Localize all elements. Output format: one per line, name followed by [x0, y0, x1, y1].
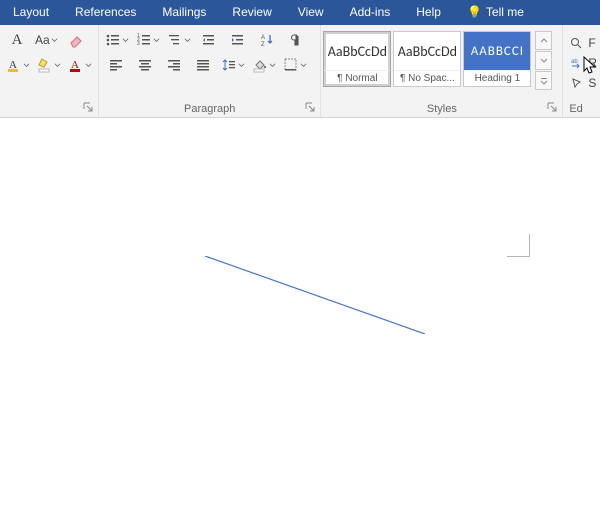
- tell-me[interactable]: 💡 Tell me: [454, 0, 537, 25]
- paragraph-dialog-launcher[interactable]: [304, 101, 316, 113]
- launcher-icon: [82, 101, 94, 113]
- svg-text:3: 3: [137, 41, 140, 47]
- more-icon: [540, 77, 548, 85]
- change-case-button[interactable]: Aa: [33, 29, 60, 51]
- font-color-button[interactable]: A: [4, 54, 32, 76]
- align-left-button[interactable]: [103, 54, 129, 76]
- tab-view[interactable]: View: [285, 0, 337, 25]
- select-label: S: [588, 76, 596, 90]
- bucket-icon: [252, 57, 268, 73]
- mouse-cursor-icon: [582, 56, 598, 76]
- style-preview: AaBbCcDd: [394, 32, 460, 70]
- styles-scroll-down[interactable]: [535, 51, 552, 70]
- style-preview: AaBbCcDd: [324, 32, 390, 70]
- tab-references[interactable]: References: [62, 0, 149, 25]
- sort-icon: AZ: [259, 32, 275, 48]
- style-no-spacing[interactable]: AaBbCcDd ¶ No Spac...: [393, 31, 461, 87]
- search-icon: [569, 37, 584, 50]
- clear-formatting-button[interactable]: [63, 29, 89, 51]
- page-margin-corner: [507, 234, 530, 257]
- multilevel-list-button[interactable]: [165, 29, 193, 51]
- group-paragraph: 1 2 3: [99, 25, 321, 117]
- borders-button[interactable]: [281, 54, 309, 76]
- numbering-button[interactable]: 1 2 3: [134, 29, 162, 51]
- svg-text:A: A: [261, 35, 265, 41]
- borders-icon: [283, 57, 299, 73]
- tab-help[interactable]: Help: [403, 0, 454, 25]
- align-right-button[interactable]: [161, 54, 187, 76]
- grow-font-button[interactable]: A: [4, 29, 30, 51]
- decrease-indent-button[interactable]: [196, 29, 222, 51]
- drawn-shape-line[interactable]: [205, 256, 425, 334]
- indent-icon: [230, 32, 246, 48]
- find-label: F: [588, 36, 595, 50]
- text-color-icon: A: [68, 57, 84, 73]
- highlight-button[interactable]: [35, 54, 63, 76]
- line-spacing-button[interactable]: [219, 54, 247, 76]
- chevron-up-icon: [540, 37, 548, 45]
- numbering-icon: 1 2 3: [136, 32, 152, 48]
- styles-scroll: [535, 31, 550, 91]
- styles-dialog-launcher[interactable]: [546, 101, 558, 113]
- bullets-button[interactable]: [103, 29, 131, 51]
- style-name: ¶ No Spac...: [394, 70, 460, 86]
- align-right-icon: [166, 57, 182, 73]
- show-marks-button[interactable]: [283, 29, 309, 51]
- svg-text:Z: Z: [261, 42, 265, 48]
- multilevel-icon: [167, 32, 183, 48]
- bulb-icon: 💡: [467, 5, 482, 19]
- style-name: Heading 1: [464, 70, 530, 86]
- styles-scroll-up[interactable]: [535, 31, 552, 50]
- justify-icon: [195, 57, 211, 73]
- text-color-button[interactable]: A: [66, 54, 94, 76]
- tab-addins[interactable]: Add-ins: [337, 0, 404, 25]
- tab-layout[interactable]: Layout: [0, 0, 62, 25]
- highlight-icon: [37, 57, 53, 73]
- tell-me-label: Tell me: [486, 5, 524, 19]
- paragraph-label: Paragraph: [99, 103, 320, 115]
- group-font: A Aa A: [0, 25, 99, 117]
- pilcrow-icon: [288, 32, 304, 48]
- ruler-area: [0, 118, 600, 142]
- group-styles: AaBbCcDd ¶ Normal AaBbCcDd ¶ No Spac... …: [321, 25, 563, 117]
- ribbon-tabs: Layout References Mailings Review View A…: [0, 0, 600, 25]
- editing-label: Ed: [569, 103, 600, 115]
- align-center-button[interactable]: [132, 54, 158, 76]
- font-color-icon: A: [6, 57, 22, 73]
- chevron-down-icon: [540, 57, 548, 65]
- style-normal[interactable]: AaBbCcDd ¶ Normal: [323, 31, 391, 87]
- eraser-icon: [68, 32, 84, 48]
- align-center-icon: [137, 57, 153, 73]
- tab-review[interactable]: Review: [219, 0, 284, 25]
- ribbon: A Aa A: [0, 25, 600, 118]
- justify-button[interactable]: [190, 54, 216, 76]
- increase-indent-button[interactable]: [225, 29, 251, 51]
- document-canvas[interactable]: [0, 142, 600, 521]
- select-button[interactable]: S: [569, 73, 597, 93]
- style-heading-1[interactable]: AABBCCI Heading 1: [463, 31, 531, 87]
- font-dialog-launcher[interactable]: [82, 101, 94, 113]
- shading-button[interactable]: [250, 54, 278, 76]
- launcher-icon: [304, 101, 316, 113]
- find-button[interactable]: F: [569, 33, 597, 53]
- bullets-icon: [105, 32, 121, 48]
- style-preview: AABBCCI: [464, 32, 530, 70]
- line-spacing-icon: [221, 57, 237, 73]
- style-name: ¶ Normal: [324, 70, 390, 86]
- align-left-icon: [108, 57, 124, 73]
- styles-more[interactable]: [535, 71, 552, 90]
- sort-button[interactable]: AZ: [254, 29, 280, 51]
- tab-mailings[interactable]: Mailings: [149, 0, 219, 25]
- cursor-icon: [569, 77, 584, 90]
- launcher-icon: [546, 101, 558, 113]
- change-case-label: Aa: [35, 33, 50, 47]
- styles-label: Styles: [321, 103, 562, 115]
- outdent-icon: [201, 32, 217, 48]
